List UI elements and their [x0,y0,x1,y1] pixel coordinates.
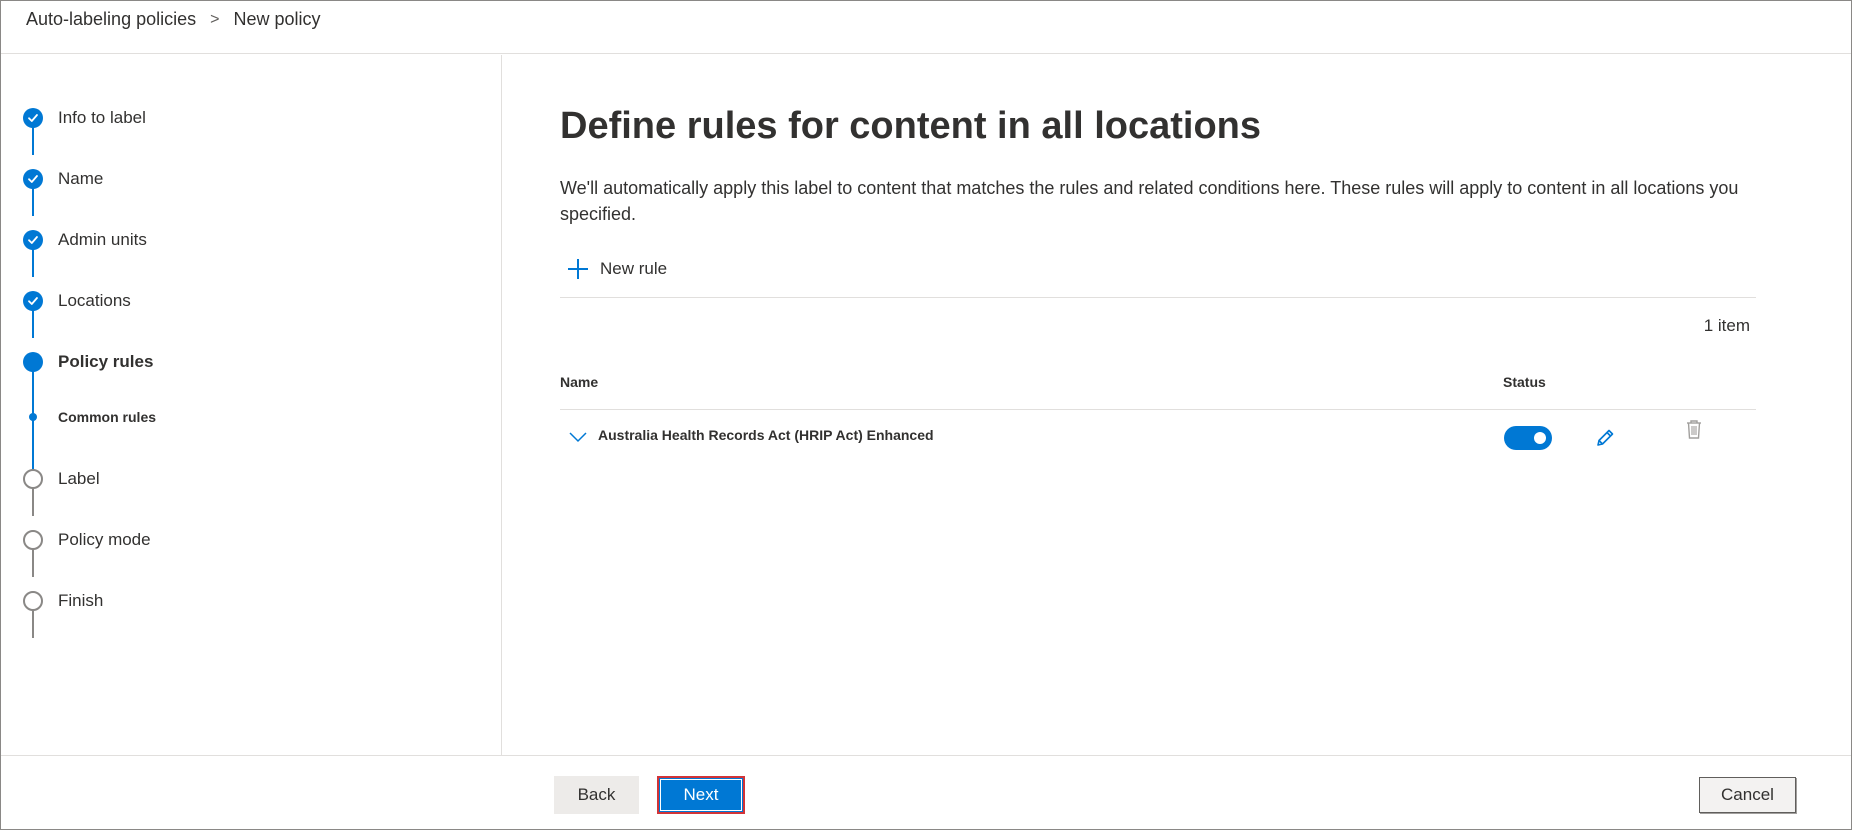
footer-bar: Back Next Cancel [1,755,1851,829]
item-count: 1 item [1703,316,1750,335]
checkmark-icon [23,169,43,189]
pending-step-icon [23,530,43,550]
pending-step-icon [23,591,43,611]
breadcrumb-current: New policy [233,9,321,29]
step-admin-units: Admin units [23,230,147,250]
breadcrumb-parent-link[interactable]: Auto-labeling policies [26,9,196,30]
current-step-icon [23,352,43,372]
step-label: Admin units [58,230,147,249]
step-label: Label [58,469,100,488]
page-description: We'll automatically apply this label to … [560,178,1739,224]
step-label: Policy mode [58,530,151,549]
toggle-knob [1534,432,1546,444]
step-label: Common rules [58,409,157,425]
chevron-down-icon[interactable] [568,427,588,447]
new-rule-button[interactable]: New rule [568,259,667,279]
substep-dot-icon [29,413,37,421]
header-divider [560,409,1756,410]
page-title: Define rules for content in all location… [560,105,1261,147]
divider [560,297,1756,298]
step-locations: Locations [23,291,131,311]
breadcrumb: Auto-labeling policies > New policy [26,9,320,30]
pending-step-icon [23,469,43,489]
rule-status-toggle[interactable] [1504,426,1552,450]
column-header-status[interactable]: Status [1503,374,1546,390]
next-button[interactable]: Next [657,776,745,814]
step-info-to-label: Info to label [23,108,146,128]
trash-icon[interactable] [1684,419,1704,441]
pencil-icon[interactable] [1594,427,1616,449]
step-label: Finish [58,591,104,610]
table-row: Australia Health Records Act (HRIP Act) … [560,411,1756,471]
checkmark-icon [23,230,43,250]
plus-icon [568,259,588,279]
step-label: Name [58,169,104,188]
step-label: Policy rules [58,352,154,371]
header-bar: Auto-labeling policies > New policy [1,1,1851,54]
back-button[interactable]: Back [554,776,639,814]
step-label: Info to label [58,108,146,127]
step-name: Name [23,169,103,189]
substep-common-rules: Common rules [23,409,156,425]
checkmark-icon [23,291,43,311]
breadcrumb-separator: > [210,10,220,28]
step-policy-mode: Policy mode [23,530,151,550]
step-label: Locations [58,291,131,310]
wizard-stepper: Info to label Name Admin units Locations… [1,55,502,755]
column-header-name[interactable]: Name [560,374,598,390]
new-rule-label: New rule [600,259,668,278]
step-policy-rules: Policy rules [23,352,153,372]
step-label-selection: Label [23,469,100,489]
checkmark-icon [23,108,43,128]
cancel-button[interactable]: Cancel [1699,777,1796,813]
rule-name: Australia Health Records Act (HRIP Act) … [598,427,934,443]
step-finish: Finish [23,591,103,611]
